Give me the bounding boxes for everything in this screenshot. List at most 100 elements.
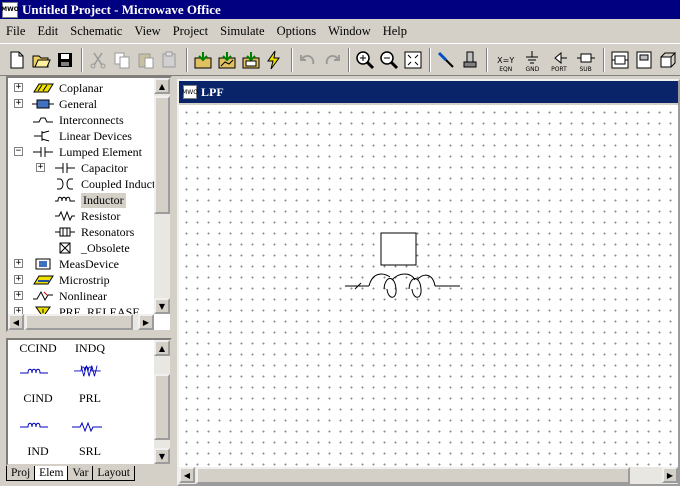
tune-tool-button[interactable] xyxy=(459,47,482,73)
tree-item-lumped-element[interactable]: − Lumped Element xyxy=(14,144,142,160)
analyze-button[interactable] xyxy=(263,47,286,73)
schematic-horizontal-scrollbar[interactable]: ◀ ▶ xyxy=(179,467,678,484)
scroll-right-arrow-icon[interactable]: ▶ xyxy=(138,314,154,330)
scroll-up-arrow-icon[interactable]: ▲ xyxy=(154,340,170,356)
tab-layout[interactable]: Layout xyxy=(92,466,135,481)
expand-icon[interactable]: + xyxy=(14,259,23,268)
scroll-thumb[interactable] xyxy=(196,467,630,484)
expand-icon[interactable]: + xyxy=(14,83,23,92)
menu-schematic[interactable]: Schematic xyxy=(64,24,128,39)
scroll-left-arrow-icon[interactable]: ◀ xyxy=(179,467,195,483)
tree-item-obsolete[interactable]: _Obsolete xyxy=(52,240,130,256)
menu-edit[interactable]: Edit xyxy=(31,24,64,39)
inductor-symbol[interactable] xyxy=(345,273,460,298)
menu-simulate[interactable]: Simulate xyxy=(214,24,270,39)
paste-button[interactable] xyxy=(134,47,157,73)
view-3d-button[interactable] xyxy=(633,47,656,73)
parameter-box[interactable] xyxy=(380,232,417,266)
expand-icon[interactable]: + xyxy=(14,291,23,300)
menu-view[interactable]: View xyxy=(128,24,166,39)
open-button[interactable] xyxy=(30,47,53,73)
toolbar-separator xyxy=(486,47,489,72)
palette-vertical-scrollbar[interactable]: ▲ ▼ xyxy=(154,340,170,464)
tree-item-resistor[interactable]: Resistor xyxy=(52,208,120,224)
ground-button[interactable]: GND xyxy=(519,46,546,74)
menu-project[interactable]: Project xyxy=(167,24,214,39)
element-prl-label[interactable]: PRL xyxy=(66,391,114,406)
add-schematic-button[interactable] xyxy=(192,47,215,73)
tree-item-linear-devices[interactable]: Linear Devices xyxy=(30,128,132,144)
view-all-button[interactable] xyxy=(401,47,424,73)
zoom-out-button[interactable] xyxy=(378,47,401,73)
tree-item-general[interactable]: + General xyxy=(14,96,97,112)
schematic-window-icon[interactable]: MWO xyxy=(182,85,198,99)
toolbar: X=Y EQN GND PORT SUB xyxy=(0,43,680,76)
new-file-icon xyxy=(10,51,24,68)
menu-options[interactable]: Options xyxy=(271,24,323,39)
layout-view-button[interactable] xyxy=(609,47,632,73)
ccind-symbol-icon[interactable] xyxy=(18,364,58,380)
tree-item-microstrip[interactable]: + Microstrip xyxy=(14,272,110,288)
save-button[interactable] xyxy=(53,47,76,73)
tree-item-measdevice[interactable]: + MeasDevice xyxy=(14,256,119,272)
open-folder-icon xyxy=(32,55,51,67)
menu-help[interactable]: Help xyxy=(377,24,413,39)
scroll-thumb[interactable] xyxy=(25,314,133,330)
add-netlist-button[interactable] xyxy=(239,47,262,73)
tree-item-resonators[interactable]: Resonators xyxy=(52,224,134,240)
scroll-down-arrow-icon[interactable]: ▼ xyxy=(154,448,170,464)
element-ccind-label[interactable]: CCIND xyxy=(14,341,62,356)
element-ind-label[interactable]: IND xyxy=(14,444,62,459)
expand-icon[interactable]: + xyxy=(36,163,45,172)
expand-icon[interactable]: + xyxy=(14,99,23,108)
tree-item-interconnects[interactable]: Interconnects xyxy=(30,112,124,128)
tree-item-nonlinear[interactable]: + Nonlinear xyxy=(14,288,107,304)
toolbar-separator xyxy=(429,47,431,72)
element-indq-label[interactable]: INDQ xyxy=(66,341,114,356)
tree-horizontal-scrollbar[interactable]: ◀ ▶ xyxy=(8,314,154,330)
cind-symbol-icon[interactable] xyxy=(18,418,58,434)
element-srl-label[interactable]: SRL xyxy=(66,444,114,459)
tree-item-inductor[interactable]: Inductor xyxy=(52,192,126,208)
window-title: Untitled Project - Microwave Office xyxy=(22,1,221,17)
equation-button[interactable]: X=Y EQN xyxy=(492,46,519,74)
toolbar-separator xyxy=(347,47,350,72)
substrate-button[interactable]: SUB xyxy=(572,46,599,74)
tune-button[interactable] xyxy=(435,47,458,73)
tree-item-capacitor[interactable]: + Capacitor xyxy=(36,160,128,176)
scroll-down-arrow-icon[interactable]: ▼ xyxy=(154,298,170,314)
tab-elem[interactable]: Elem xyxy=(34,466,69,481)
schematic-canvas[interactable] xyxy=(179,105,678,467)
app-icon[interactable]: MWO xyxy=(1,1,19,18)
zoom-in-button[interactable] xyxy=(354,47,377,73)
copy-button[interactable] xyxy=(111,47,134,73)
add-graph-button[interactable] xyxy=(216,47,239,73)
port-button[interactable]: PORT xyxy=(546,46,573,74)
element-cind-label[interactable]: CIND xyxy=(14,391,62,406)
tree-item-label: Resonators xyxy=(81,224,135,239)
cut-button[interactable] xyxy=(87,47,110,73)
scroll-thumb[interactable] xyxy=(154,96,170,214)
schematic-title-bar[interactable]: MWO LPF xyxy=(179,81,678,103)
new-button[interactable] xyxy=(6,47,29,73)
indq-symbol-icon[interactable] xyxy=(70,362,110,378)
cube-button[interactable] xyxy=(656,47,679,73)
scroll-left-arrow-icon[interactable]: ◀ xyxy=(8,314,24,330)
menu-window[interactable]: Window xyxy=(322,24,377,39)
undo-button[interactable] xyxy=(297,47,320,73)
expand-icon[interactable]: + xyxy=(14,275,23,284)
collapse-icon[interactable]: − xyxy=(14,147,23,156)
scroll-thumb[interactable] xyxy=(154,374,170,440)
scroll-right-arrow-icon[interactable]: ▶ xyxy=(662,467,678,483)
delete-button[interactable] xyxy=(158,47,181,73)
scroll-up-arrow-icon[interactable]: ▲ xyxy=(154,78,170,94)
menu-file[interactable]: File xyxy=(0,24,31,39)
redo-button[interactable] xyxy=(320,47,343,73)
prl-symbol-icon[interactable] xyxy=(70,418,110,434)
tree-vertical-scrollbar[interactable]: ▲ ▼ xyxy=(154,78,170,314)
tab-proj[interactable]: Proj xyxy=(6,466,36,481)
tree-item-coplanar[interactable]: + Coplanar xyxy=(14,80,103,96)
view-3d-icon xyxy=(636,51,652,68)
tree-item-coupled-inductors[interactable]: Coupled Inductors xyxy=(52,176,170,192)
tab-var[interactable]: Var xyxy=(67,466,94,481)
